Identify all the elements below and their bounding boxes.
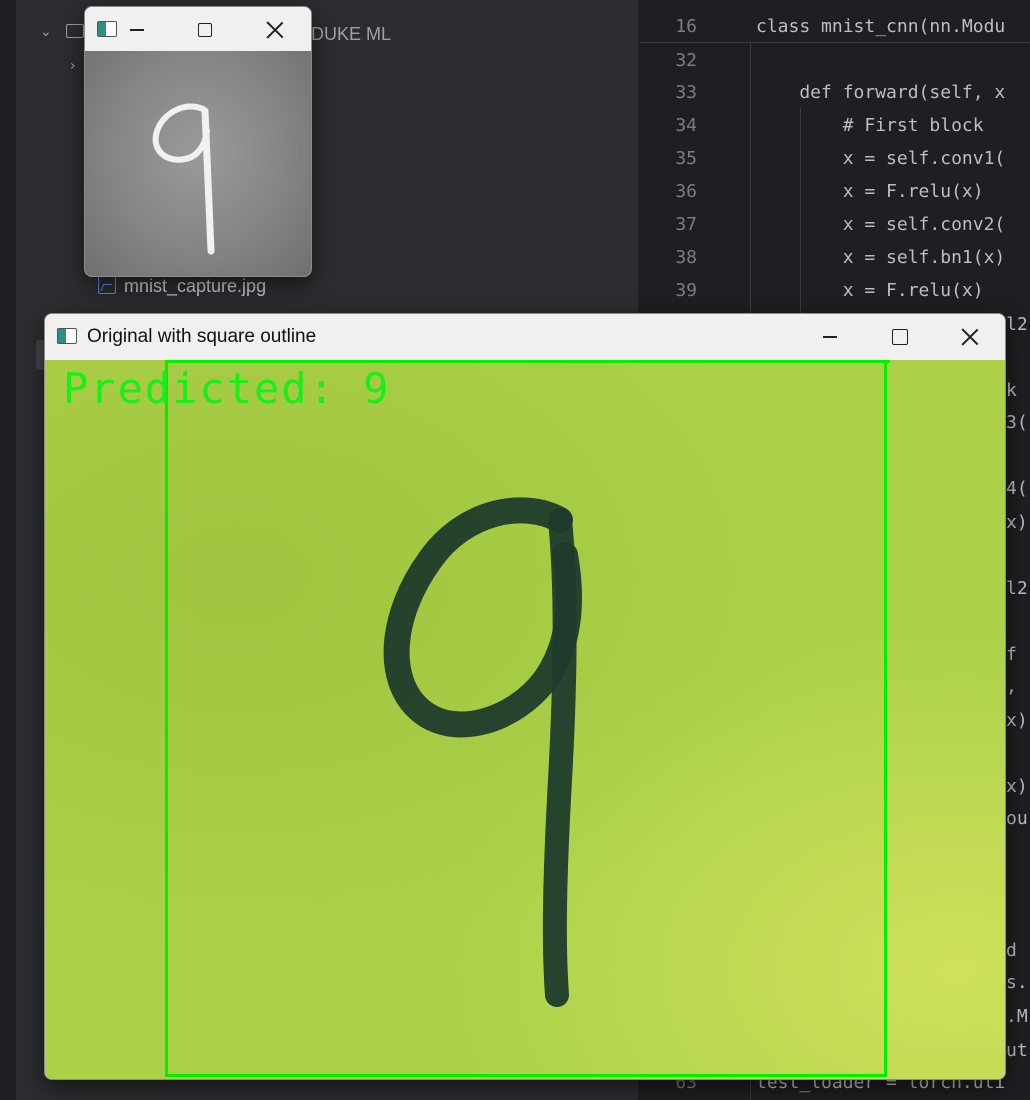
captured-frame: Predicted: 9 [45, 360, 1005, 1079]
file-mnist-capture[interactable]: mnist_capture.jpg [124, 276, 266, 297]
code-line[interactable]: def forward(self, x [756, 82, 1005, 103]
minimize-button[interactable] [815, 326, 845, 348]
line-number: 38 [675, 247, 697, 268]
mnist-window-titlebar[interactable] [85, 7, 311, 51]
code-fragment[interactable]: k [1006, 380, 1017, 401]
code-line[interactable]: class mnist_cnn(nn.Modu [756, 16, 1005, 37]
code-fragment[interactable]: .M [1006, 1006, 1028, 1027]
capture-window-title: Original with square outline [87, 326, 317, 347]
line-number: 36 [675, 181, 697, 202]
code-fragment[interactable]: 4( [1006, 478, 1028, 499]
minimize-icon [823, 336, 837, 338]
code-fragment[interactable]: l2 [1006, 578, 1028, 599]
mnist-digit-drawing [152, 103, 215, 255]
line-number: 35 [675, 148, 697, 169]
code-fragment[interactable]: d [1006, 940, 1017, 961]
square-outline [165, 360, 890, 1077]
line-number: 32 [675, 50, 697, 71]
minimize-icon [130, 29, 144, 31]
code-fragment[interactable]: x) [1006, 710, 1028, 731]
line-number: 37 [675, 214, 697, 235]
app-icon [57, 328, 77, 344]
app-icon [97, 21, 117, 37]
chevron-down-icon[interactable]: ⌄ [40, 24, 52, 40]
close-button[interactable] [955, 325, 985, 349]
maximize-button[interactable] [191, 19, 219, 41]
code-fragment[interactable]: f [1006, 644, 1017, 665]
line-number: 34 [675, 115, 697, 136]
folder-icon [66, 24, 84, 38]
code-fragment[interactable]: ut [1006, 1040, 1028, 1061]
code-fragment[interactable]: s. [1006, 972, 1028, 993]
code-fragment[interactable]: 3( [1006, 412, 1028, 433]
maximize-icon [198, 23, 212, 37]
minimize-button[interactable] [123, 19, 151, 41]
project-path-label[interactable]: r\DUKE ML [300, 24, 391, 45]
code-line[interactable]: x = self.bn1(x) [756, 247, 1006, 268]
capture-window-titlebar[interactable]: Original with square outline [45, 314, 1005, 360]
tool-window-strip [0, 0, 16, 1100]
mnist-preview-window[interactable] [84, 6, 312, 277]
maximize-icon [892, 329, 908, 345]
code-line[interactable]: # First block [756, 115, 984, 136]
chevron-right-icon[interactable]: › [70, 58, 76, 74]
code-fragment[interactable]: x) [1006, 776, 1028, 797]
line-number: 16 [675, 16, 697, 37]
code-line[interactable]: x = self.conv1( [756, 148, 1006, 169]
code-fragment[interactable]: x) [1006, 512, 1028, 533]
prediction-label: Predicted: 9 [63, 364, 391, 413]
line-number: 39 [675, 280, 697, 301]
code-line[interactable]: x = F.relu(x) [756, 280, 984, 301]
code-fragment[interactable]: l2 [1006, 314, 1028, 335]
close-icon [961, 328, 979, 346]
code-fragment[interactable]: , [1006, 676, 1017, 697]
code-fragment[interactable]: ou [1006, 808, 1028, 829]
maximize-button[interactable] [885, 325, 915, 349]
code-line[interactable]: x = F.relu(x) [756, 181, 984, 202]
line-number: 33 [675, 82, 697, 103]
code-line[interactable]: x = self.conv2( [756, 214, 1006, 235]
image-file-icon [98, 276, 116, 294]
capture-window[interactable]: Original with square outline Predicted: … [44, 313, 1006, 1080]
close-button[interactable] [261, 19, 289, 41]
close-icon [266, 21, 284, 39]
mnist-digit-image [85, 51, 311, 276]
